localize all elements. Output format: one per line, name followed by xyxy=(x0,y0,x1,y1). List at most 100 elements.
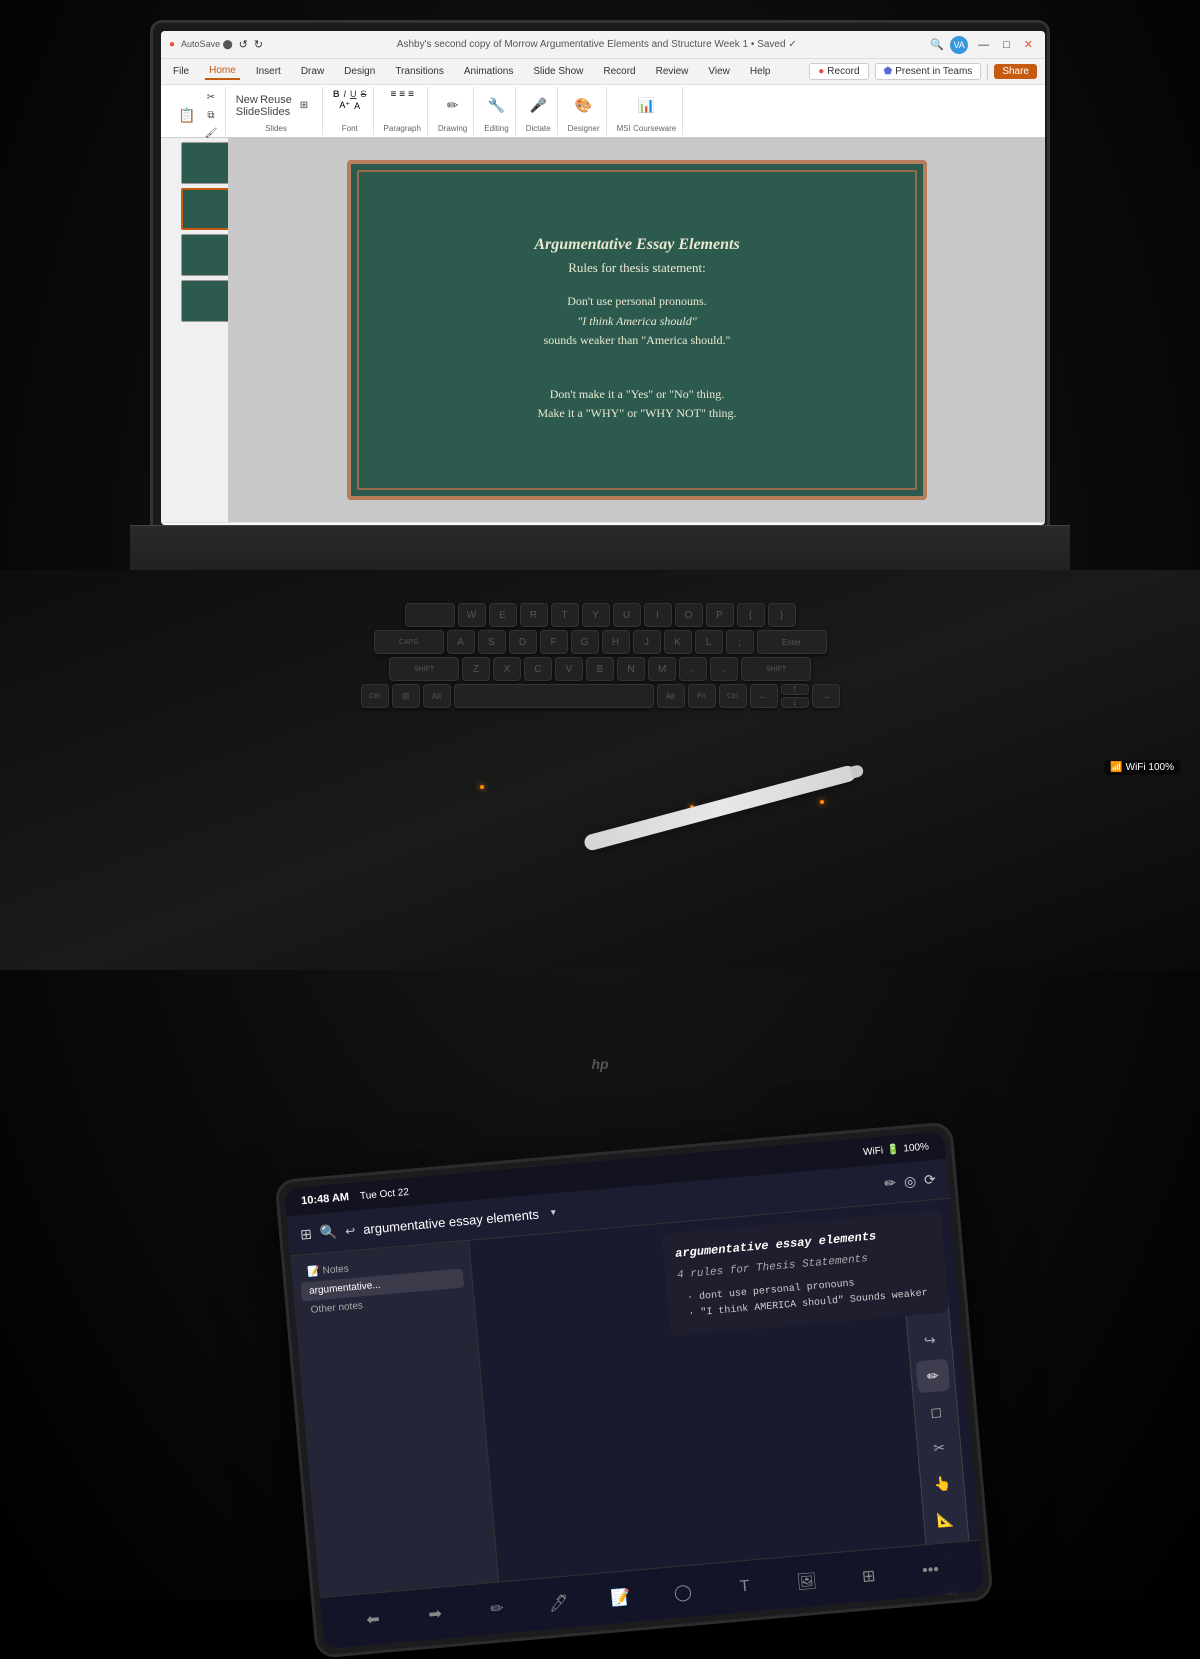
key-alt[interactable]: Alt xyxy=(423,684,451,708)
ios-tool-image[interactable]: 🖼 xyxy=(789,1564,824,1599)
key-w[interactable]: W xyxy=(458,603,486,627)
undo-icon[interactable]: ↺ xyxy=(239,38,248,51)
slide-thumbnail-35[interactable] xyxy=(181,142,229,184)
key-semicolon[interactable]: ; xyxy=(726,630,754,654)
redo-icon[interactable]: ↻ xyxy=(254,38,263,51)
msi-button[interactable]: 📊 xyxy=(634,94,658,118)
underline-button[interactable]: U xyxy=(350,89,357,99)
ios-tool-pen[interactable]: ✏ xyxy=(480,1591,515,1626)
ios-refresh-icon[interactable]: ↩ xyxy=(345,1223,356,1238)
ios-tool-table[interactable]: ⊞ xyxy=(851,1558,886,1593)
tab-design[interactable]: Design xyxy=(340,64,379,79)
ios-tool-marker[interactable]: 🖊 xyxy=(542,1586,577,1621)
key-ctrl[interactable]: Ctrl xyxy=(361,684,389,708)
share-button[interactable]: Share xyxy=(994,64,1037,79)
redo-tool[interactable]: ↪ xyxy=(912,1323,947,1358)
key-left[interactable]: ← xyxy=(750,684,778,708)
ruler-tool[interactable]: 📐 xyxy=(928,1502,963,1537)
record-button[interactable]: ● Record xyxy=(809,63,868,80)
key-u[interactable]: U xyxy=(613,603,641,627)
key-up[interactable]: ↑ xyxy=(781,684,809,695)
key-o[interactable]: O xyxy=(675,603,703,627)
present-teams-button[interactable]: ⬟ Present in Teams xyxy=(875,63,982,80)
font-color-button[interactable]: A xyxy=(354,101,360,111)
ios-pencil-icon[interactable]: ✏ xyxy=(884,1174,897,1192)
key-k[interactable]: K xyxy=(664,630,692,654)
tab-transitions[interactable]: Transitions xyxy=(391,64,448,79)
new-slide-button[interactable]: NewSlide xyxy=(236,94,260,118)
tab-help[interactable]: Help xyxy=(746,64,775,79)
select-tool[interactable]: 👆 xyxy=(925,1466,960,1501)
tab-draw[interactable]: Draw xyxy=(297,64,328,79)
key-v[interactable]: V xyxy=(555,657,583,681)
key-ctrl-right[interactable]: Ctrl xyxy=(719,684,747,708)
key-l[interactable]: L xyxy=(695,630,723,654)
key-open-bracket[interactable]: { xyxy=(737,603,765,627)
tab-review[interactable]: Review xyxy=(652,64,693,79)
font-size-button[interactable]: A⁺ xyxy=(339,100,350,111)
ios-dropdown-icon[interactable]: ▾ xyxy=(550,1207,556,1218)
eraser-tool[interactable]: ◻ xyxy=(919,1394,954,1429)
ios-tool-pencil[interactable]: 📝 xyxy=(604,1580,639,1615)
key-fn[interactable]: Fn xyxy=(688,684,716,708)
align-left-button[interactable]: ≡ xyxy=(390,89,396,100)
paste-button[interactable]: 📋 xyxy=(175,103,199,127)
ios-tool-text[interactable]: T xyxy=(727,1569,762,1604)
ios-more-icon[interactable]: ⟳ xyxy=(923,1171,936,1189)
layout-button[interactable]: ⊞ xyxy=(292,94,316,118)
key-x[interactable]: X xyxy=(493,657,521,681)
tab-slideshow[interactable]: Slide Show xyxy=(529,64,587,79)
tab-file[interactable]: File xyxy=(169,64,193,79)
tab-view[interactable]: View xyxy=(704,64,734,79)
ios-tool-back[interactable]: ⬅ xyxy=(356,1602,391,1637)
key-p[interactable]: P xyxy=(706,603,734,627)
key-a[interactable]: A xyxy=(447,630,475,654)
key-down[interactable]: ↓ xyxy=(781,697,809,708)
key-right[interactable]: → xyxy=(812,684,840,708)
key-m[interactable]: M xyxy=(648,657,676,681)
ios-tool-forward[interactable]: ➡ xyxy=(418,1596,453,1631)
key-c[interactable]: C xyxy=(524,657,552,681)
copy-button[interactable]: ⧉ xyxy=(203,107,219,123)
ios-share-icon[interactable]: ◎ xyxy=(903,1173,917,1191)
strikethrough-button[interactable]: S xyxy=(361,89,367,99)
key-alt-right[interactable]: Alt xyxy=(657,684,685,708)
maximize-button[interactable]: □ xyxy=(999,39,1014,51)
key-g[interactable]: G xyxy=(571,630,599,654)
key-h[interactable]: H xyxy=(602,630,630,654)
key-space[interactable] xyxy=(454,684,654,708)
align-right-button[interactable]: ≡ xyxy=(408,89,414,100)
key-enter[interactable]: Enter xyxy=(757,630,827,654)
key-tab[interactable] xyxy=(405,603,455,627)
ios-back-icon[interactable]: ⊞ xyxy=(299,1226,312,1244)
key-s[interactable]: S xyxy=(478,630,506,654)
key-n[interactable]: N xyxy=(617,657,645,681)
tab-insert[interactable]: Insert xyxy=(252,64,285,79)
key-i[interactable]: I xyxy=(644,603,672,627)
key-r[interactable]: R xyxy=(520,603,548,627)
slide-thumbnail-36[interactable] xyxy=(181,188,229,230)
slide-thumbnail-37[interactable] xyxy=(181,234,229,276)
key-e[interactable]: E xyxy=(489,603,517,627)
key-comma[interactable]: , xyxy=(679,657,707,681)
ios-search-icon[interactable]: 🔍 xyxy=(319,1223,338,1241)
reuse-slides-button[interactable]: ReuseSlides xyxy=(264,94,288,118)
tab-record[interactable]: Record xyxy=(599,64,639,79)
drawing-button[interactable]: ✏ xyxy=(441,94,465,118)
key-t[interactable]: T xyxy=(551,603,579,627)
tab-animations[interactable]: Animations xyxy=(460,64,517,79)
key-d[interactable]: D xyxy=(509,630,537,654)
minimize-button[interactable]: — xyxy=(974,39,993,51)
search-icon[interactable]: 🔍 xyxy=(930,38,944,51)
key-z[interactable]: Z xyxy=(462,657,490,681)
dictate-button[interactable]: 🎤 xyxy=(526,94,550,118)
key-period[interactable]: . xyxy=(710,657,738,681)
designer-button[interactable]: 🎨 xyxy=(572,94,596,118)
key-shift-left[interactable]: SHIFT xyxy=(389,657,459,681)
ios-tool-shape[interactable]: ◯ xyxy=(665,1575,700,1610)
align-center-button[interactable]: ≡ xyxy=(399,89,405,100)
cut-button[interactable]: ✂ xyxy=(203,89,219,105)
lasso-tool[interactable]: ✂ xyxy=(922,1430,957,1465)
ios-tool-more[interactable]: ••• xyxy=(913,1553,948,1588)
key-close-bracket[interactable]: } xyxy=(768,603,796,627)
